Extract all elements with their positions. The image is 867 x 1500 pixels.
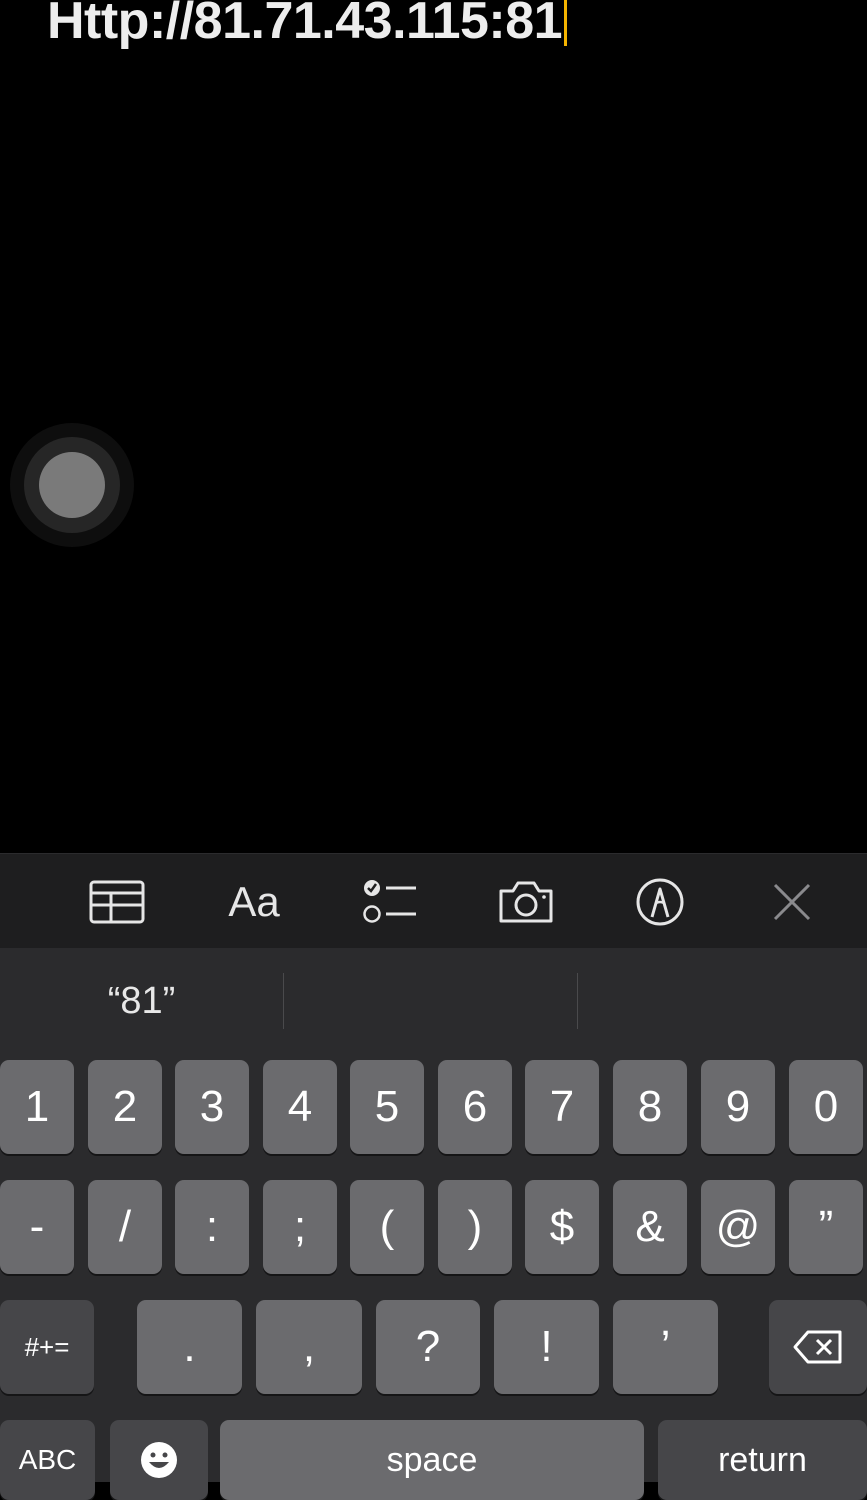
key-symbols-toggle[interactable]: #+= bbox=[0, 1300, 94, 1394]
key-apostrophe[interactable]: ’ bbox=[613, 1300, 718, 1394]
close-icon bbox=[773, 883, 811, 920]
key-delete[interactable] bbox=[769, 1300, 867, 1394]
key-hyphen[interactable]: - bbox=[0, 1180, 74, 1274]
key-9[interactable]: 9 bbox=[701, 1060, 775, 1154]
delete-icon bbox=[793, 1330, 842, 1364]
assistive-touch-icon bbox=[39, 452, 105, 518]
assistive-touch-ring bbox=[24, 437, 120, 533]
key-1[interactable]: 1 bbox=[0, 1060, 74, 1154]
key-semicolon[interactable]: ; bbox=[263, 1180, 337, 1274]
prediction-bar: “81” bbox=[0, 948, 867, 1054]
emoji-icon bbox=[141, 1442, 177, 1478]
key-7[interactable]: 7 bbox=[525, 1060, 599, 1154]
key-return[interactable]: return bbox=[658, 1420, 867, 1500]
key-4[interactable]: 4 bbox=[263, 1060, 337, 1154]
key-ampersand[interactable]: & bbox=[613, 1180, 687, 1274]
note-text: Http://81.71.43.115:81 bbox=[47, 0, 563, 50]
return-label: return bbox=[718, 1440, 807, 1479]
checklist-icon bbox=[363, 879, 416, 923]
keyboard: “81” 1 2 3 4 5 6 7 8 9 0 - / : ; ( ) $ &… bbox=[0, 948, 867, 1500]
key-comma[interactable]: , bbox=[256, 1300, 362, 1394]
prediction-1[interactable]: “81” bbox=[0, 948, 283, 1054]
key-colon[interactable]: : bbox=[175, 1180, 249, 1274]
prediction-2[interactable] bbox=[284, 948, 577, 1054]
key-8[interactable]: 8 bbox=[613, 1060, 687, 1154]
note-body[interactable]: Http://81.71.43.115:81 bbox=[47, 0, 568, 56]
key-at[interactable]: @ bbox=[701, 1180, 775, 1274]
format-text-label: Aa bbox=[228, 877, 280, 925]
checklist-button[interactable] bbox=[350, 854, 430, 949]
key-emoji[interactable] bbox=[110, 1420, 208, 1500]
key-open-paren[interactable]: ( bbox=[350, 1180, 424, 1274]
key-2[interactable]: 2 bbox=[88, 1060, 162, 1154]
prediction-3[interactable] bbox=[578, 948, 867, 1054]
key-abc[interactable]: ABC bbox=[0, 1420, 95, 1500]
key-5[interactable]: 5 bbox=[350, 1060, 424, 1154]
key-question[interactable]: ? bbox=[376, 1300, 480, 1394]
camera-icon bbox=[499, 881, 553, 922]
close-keyboard-button[interactable] bbox=[752, 854, 832, 949]
symbols-toggle-label: #+= bbox=[24, 1331, 70, 1362]
key-exclamation[interactable]: ! bbox=[494, 1300, 599, 1394]
key-0[interactable]: 0 bbox=[789, 1060, 863, 1154]
camera-button[interactable] bbox=[486, 854, 566, 949]
table-icon bbox=[89, 880, 145, 923]
format-text-button[interactable]: Aa bbox=[214, 854, 294, 949]
key-3[interactable]: 3 bbox=[175, 1060, 249, 1154]
note-editor[interactable]: Http://81.71.43.115:81 bbox=[0, 0, 867, 853]
table-button[interactable] bbox=[77, 854, 157, 949]
key-space[interactable]: space bbox=[220, 1420, 644, 1500]
key-quote[interactable]: ” bbox=[789, 1180, 863, 1274]
markup-pen-icon bbox=[636, 878, 684, 925]
assistive-touch-button[interactable] bbox=[10, 423, 134, 547]
space-label: space bbox=[386, 1440, 478, 1479]
markup-button[interactable] bbox=[620, 854, 700, 949]
key-period[interactable]: . bbox=[137, 1300, 242, 1394]
notes-toolbar: Aa bbox=[0, 853, 867, 949]
key-6[interactable]: 6 bbox=[438, 1060, 512, 1154]
abc-label: ABC bbox=[18, 1444, 77, 1475]
key-dollar[interactable]: $ bbox=[525, 1180, 599, 1274]
key-close-paren[interactable]: ) bbox=[438, 1180, 512, 1274]
text-caret bbox=[564, 0, 568, 46]
key-slash[interactable]: / bbox=[88, 1180, 162, 1274]
